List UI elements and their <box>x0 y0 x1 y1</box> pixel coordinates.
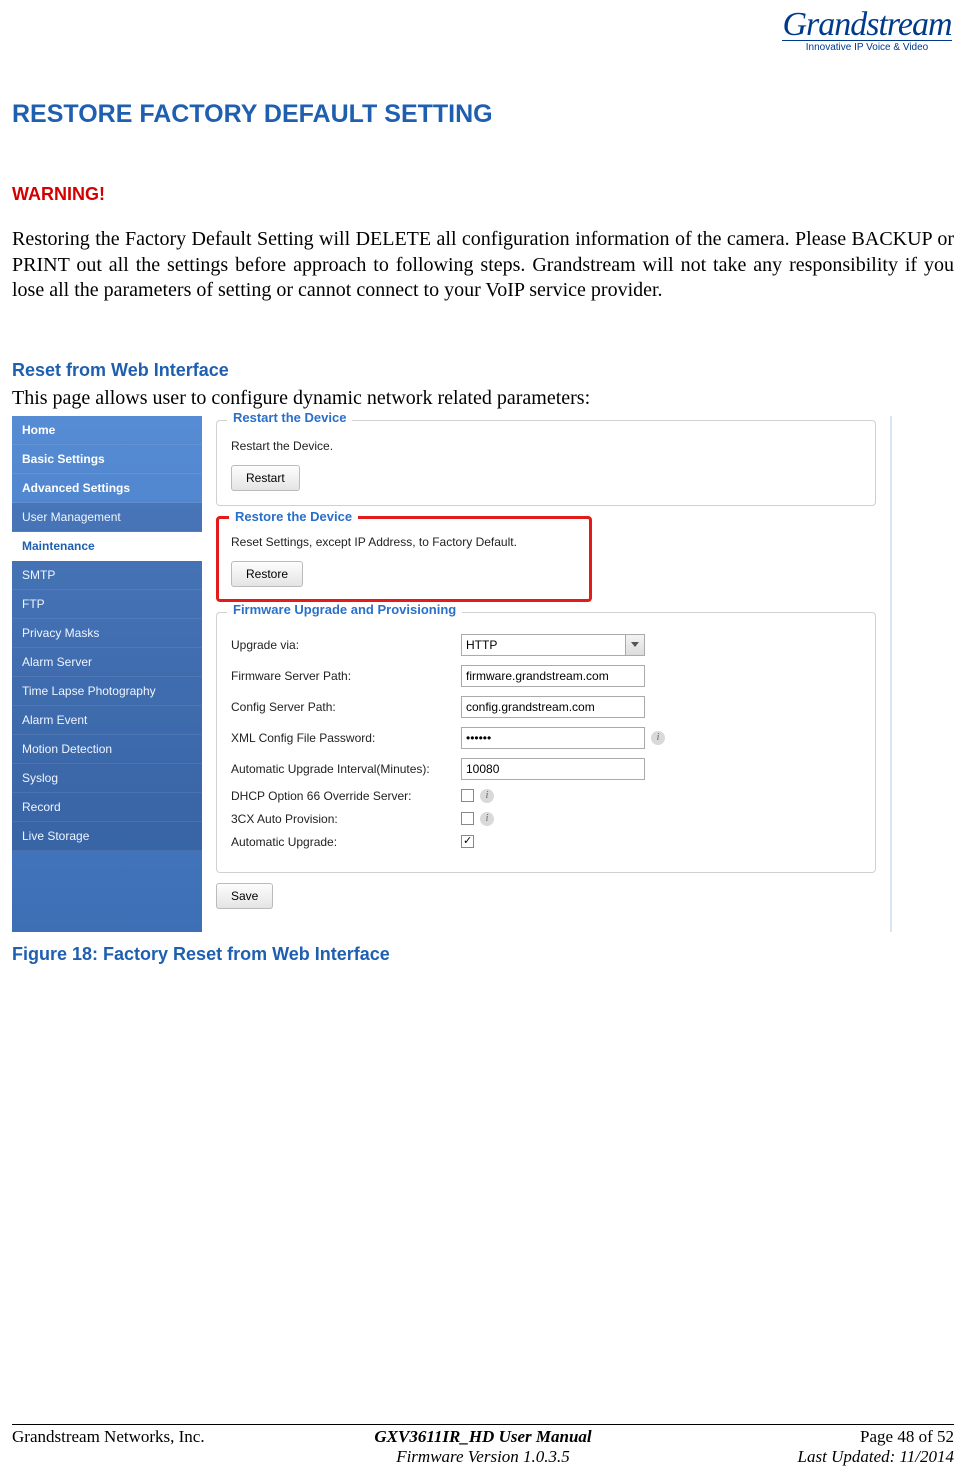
sidebar-item[interactable]: Motion Detection <box>12 735 202 764</box>
interval-label: Automatic Upgrade Interval(Minutes): <box>231 762 461 776</box>
info-icon: i <box>480 812 494 826</box>
restore-legend: Restore the Device <box>229 509 358 524</box>
threecx-checkbox[interactable] <box>461 812 474 825</box>
page-footer: Grandstream Networks, Inc. GXV3611IR_HD … <box>12 1424 954 1467</box>
fw-path-label: Firmware Server Path: <box>231 669 461 683</box>
restart-text: Restart the Device. <box>231 439 861 453</box>
sidebar-item[interactable]: Time Lapse Photography <box>12 677 202 706</box>
upgrade-via-select[interactable] <box>461 634 645 656</box>
footer-page: Page 48 of 52 <box>640 1427 954 1447</box>
sidebar-item[interactable]: Syslog <box>12 764 202 793</box>
sidebar-item[interactable]: Privacy Masks <box>12 619 202 648</box>
logo-tagline: Innovative IP Voice & Video <box>782 40 952 53</box>
firmware-fieldset: Firmware Upgrade and Provisioning Upgrad… <box>216 612 876 873</box>
xml-pw-label: XML Config File Password: <box>231 731 461 745</box>
section-title: RESTORE FACTORY DEFAULT SETTING <box>12 100 954 129</box>
sub-heading: Reset from Web Interface <box>12 360 954 381</box>
firmware-legend: Firmware Upgrade and Provisioning <box>227 602 462 617</box>
dhcp66-label: DHCP Option 66 Override Server: <box>231 789 461 803</box>
interval-input[interactable] <box>461 758 645 780</box>
restart-device-fieldset: Restart the Device Restart the Device. R… <box>216 420 876 506</box>
sidebar-item[interactable]: Home <box>12 416 202 445</box>
sidebar-item[interactable]: FTP <box>12 590 202 619</box>
warning-body: Restoring the Factory Default Setting wi… <box>12 227 954 304</box>
restore-device-fieldset: Restore the Device Reset Settings, excep… <box>216 516 592 602</box>
figure-caption: Figure 18: Factory Reset from Web Interf… <box>12 944 954 965</box>
sidebar-item[interactable]: Advanced Settings <box>12 474 202 503</box>
sidebar-item[interactable]: Basic Settings <box>12 445 202 474</box>
xml-pw-input[interactable] <box>461 727 645 749</box>
logo-text: Grandstream <box>782 6 952 44</box>
sidebar-item[interactable]: Record <box>12 793 202 822</box>
sub-intro: This page allows user to configure dynam… <box>12 387 954 410</box>
restart-legend: Restart the Device <box>227 410 352 425</box>
upgrade-via-label: Upgrade via: <box>231 638 461 652</box>
footer-firmware: Firmware Version 1.0.3.5 <box>326 1447 640 1467</box>
footer-center: GXV3611IR_HD User Manual Firmware Versio… <box>326 1427 640 1467</box>
fw-path-input[interactable] <box>461 665 645 687</box>
auto-upgrade-checkbox[interactable] <box>461 835 474 848</box>
brand-logo: Grandstream Innovative IP Voice & Video <box>782 6 952 53</box>
footer-right: Page 48 of 52 Last Updated: 11/2014 <box>640 1427 954 1467</box>
dhcp66-checkbox[interactable] <box>461 789 474 802</box>
auto-upgrade-label: Automatic Upgrade: <box>231 835 461 849</box>
sidebar-item[interactable]: Alarm Event <box>12 706 202 735</box>
sidebar-item[interactable]: Maintenance <box>12 532 202 561</box>
save-button[interactable]: Save <box>216 883 273 909</box>
info-icon: i <box>480 789 494 803</box>
restore-text: Reset Settings, except IP Address, to Fa… <box>231 535 577 549</box>
footer-updated: Last Updated: 11/2014 <box>640 1447 954 1467</box>
sidebar-item[interactable]: SMTP <box>12 561 202 590</box>
restore-button[interactable]: Restore <box>231 561 303 587</box>
threecx-label: 3CX Auto Provision: <box>231 812 461 826</box>
footer-manual: GXV3611IR_HD User Manual <box>374 1427 591 1446</box>
footer-company: Grandstream Networks, Inc. <box>12 1427 326 1467</box>
sidebar-item[interactable]: User Management <box>12 503 202 532</box>
web-interface-screenshot: HomeBasic SettingsAdvanced SettingsUser … <box>12 416 892 932</box>
restart-button[interactable]: Restart <box>231 465 300 491</box>
sidebar-item[interactable]: Alarm Server <box>12 648 202 677</box>
sidebar-nav: HomeBasic SettingsAdvanced SettingsUser … <box>12 416 202 932</box>
warning-heading: WARNING! <box>12 184 954 205</box>
cfg-path-input[interactable] <box>461 696 645 718</box>
sidebar-item[interactable]: Live Storage <box>12 822 202 851</box>
info-icon: i <box>651 731 665 745</box>
cfg-path-label: Config Server Path: <box>231 700 461 714</box>
content-panel: Restart the Device Restart the Device. R… <box>202 416 890 932</box>
